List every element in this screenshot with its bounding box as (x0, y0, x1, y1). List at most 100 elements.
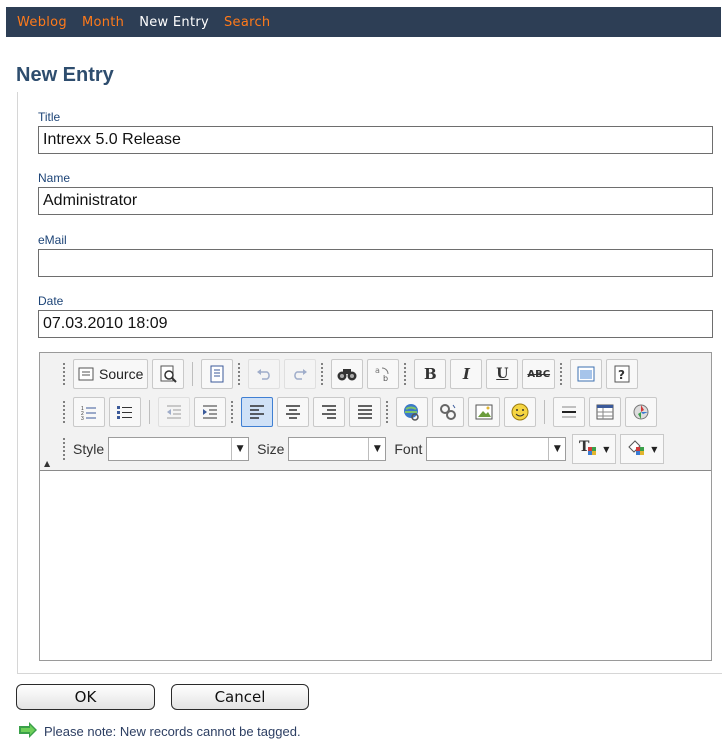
strikethrough-button[interactable]: ABC (522, 359, 556, 389)
background-color-icon (627, 439, 647, 459)
nav-new-entry[interactable]: New Entry (139, 15, 209, 30)
redo-icon (292, 368, 308, 380)
chevron-down-icon: ▼ (368, 438, 385, 460)
outdent-icon (166, 404, 182, 420)
size-select[interactable]: ▼ (288, 437, 387, 461)
title-input[interactable] (38, 126, 713, 154)
style-value (109, 438, 231, 460)
maximize-button[interactable] (570, 359, 603, 389)
page-title: New Entry (16, 64, 114, 86)
italic-icon: I (462, 365, 470, 383)
templates-button[interactable] (201, 359, 234, 389)
editor-content-area[interactable] (40, 472, 711, 660)
nav-search[interactable]: Search (224, 15, 270, 30)
toolbar-grip[interactable] (62, 362, 67, 386)
chevron-down-icon: ▼ (231, 438, 248, 460)
special-char-icon (632, 403, 650, 421)
preview-button[interactable] (152, 359, 185, 389)
justify-icon (357, 405, 373, 419)
bold-button[interactable]: B (414, 359, 447, 389)
text-color-button[interactable]: T ▼ (572, 434, 617, 464)
redo-button[interactable] (284, 359, 317, 389)
justify-button[interactable] (349, 397, 381, 427)
style-label: Style (73, 441, 105, 457)
cancel-button[interactable]: Cancel (171, 684, 309, 710)
svg-text:?: ? (618, 368, 625, 382)
size-value (289, 438, 368, 460)
email-label: eMail (38, 233, 67, 247)
rich-text-editor: ▲ Source a b B I U ABC ? 1 2 3 Style ▼ S… (39, 352, 712, 661)
special-char-button[interactable] (625, 397, 657, 427)
chevron-down-icon: ▼ (651, 444, 658, 454)
replace-icon: ab (374, 365, 392, 383)
toolbar-row-3: Style ▼ Size ▼ Font ▼ T ▼ ▼ (60, 433, 666, 465)
note-text: Please note: New records cannot be tagge… (44, 724, 301, 739)
smiley-button[interactable] (504, 397, 536, 427)
italic-button[interactable]: I (450, 359, 483, 389)
replace-button[interactable]: ab (367, 359, 400, 389)
nav-month[interactable]: Month (82, 15, 124, 30)
email-input[interactable] (38, 249, 713, 277)
maximize-icon (577, 366, 595, 382)
date-input[interactable] (38, 310, 713, 338)
unlink-icon (439, 403, 457, 421)
templates-icon (209, 365, 225, 383)
table-button[interactable] (589, 397, 621, 427)
image-icon (475, 404, 493, 420)
align-center-icon (285, 405, 301, 419)
size-label: Size (257, 441, 285, 457)
align-center-button[interactable] (277, 397, 309, 427)
align-right-button[interactable] (313, 397, 345, 427)
source-button[interactable]: Source (73, 359, 149, 389)
nav-weblog[interactable]: Weblog (17, 15, 67, 30)
editor-toolbar: ▲ Source a b B I U ABC ? 1 2 3 Style ▼ S… (40, 353, 711, 471)
tagging-note: Please note: New records cannot be tagge… (18, 722, 301, 741)
source-icon (78, 367, 94, 381)
table-icon (596, 404, 614, 420)
help-button[interactable]: ? (606, 359, 639, 389)
title-label: Title (38, 110, 61, 124)
undo-icon (256, 368, 272, 380)
bulleted-list-icon (117, 404, 133, 420)
svg-text:a: a (375, 366, 380, 375)
link-icon (403, 403, 421, 421)
background-color-button[interactable]: ▼ (620, 434, 665, 464)
horizontal-rule-button[interactable] (553, 397, 585, 427)
name-input[interactable] (38, 187, 713, 215)
find-icon (337, 366, 357, 382)
unlink-button[interactable] (432, 397, 464, 427)
find-button[interactable] (331, 359, 364, 389)
bulleted-list-button[interactable] (109, 397, 141, 427)
text-color-icon: T (579, 439, 599, 459)
toolbar-row-1: Source a b B I U ABC ? (60, 358, 640, 390)
toolbar-row-2: 123 (60, 396, 659, 428)
link-button[interactable] (396, 397, 428, 427)
font-label: Font (394, 441, 423, 457)
align-left-button[interactable] (241, 397, 273, 427)
chevron-down-icon: ▼ (603, 444, 610, 454)
ok-button[interactable]: OK (16, 684, 155, 710)
indent-button[interactable] (194, 397, 226, 427)
name-label: Name (38, 171, 71, 185)
style-select[interactable]: ▼ (108, 437, 250, 461)
underline-icon: U (496, 366, 509, 382)
smiley-icon (511, 403, 529, 421)
align-left-icon (249, 405, 265, 419)
outdent-button[interactable] (158, 397, 190, 427)
top-navigation: Weblog Month New Entry Search (6, 7, 721, 37)
font-select[interactable]: ▼ (426, 437, 567, 461)
indent-icon (202, 404, 218, 420)
numbered-list-icon: 123 (81, 404, 97, 420)
image-button[interactable] (468, 397, 500, 427)
green-arrow-icon (18, 722, 44, 741)
align-right-icon (321, 405, 337, 419)
preview-icon (159, 365, 178, 383)
underline-button[interactable]: U (486, 359, 519, 389)
svg-text:3: 3 (81, 416, 84, 420)
undo-button[interactable] (248, 359, 281, 389)
help-icon: ? (614, 365, 630, 383)
font-value (427, 438, 548, 460)
numbered-list-button[interactable]: 123 (73, 397, 105, 427)
collapse-toolbar-icon[interactable]: ▲ (44, 460, 52, 468)
strikethrough-icon: ABC (527, 368, 551, 380)
